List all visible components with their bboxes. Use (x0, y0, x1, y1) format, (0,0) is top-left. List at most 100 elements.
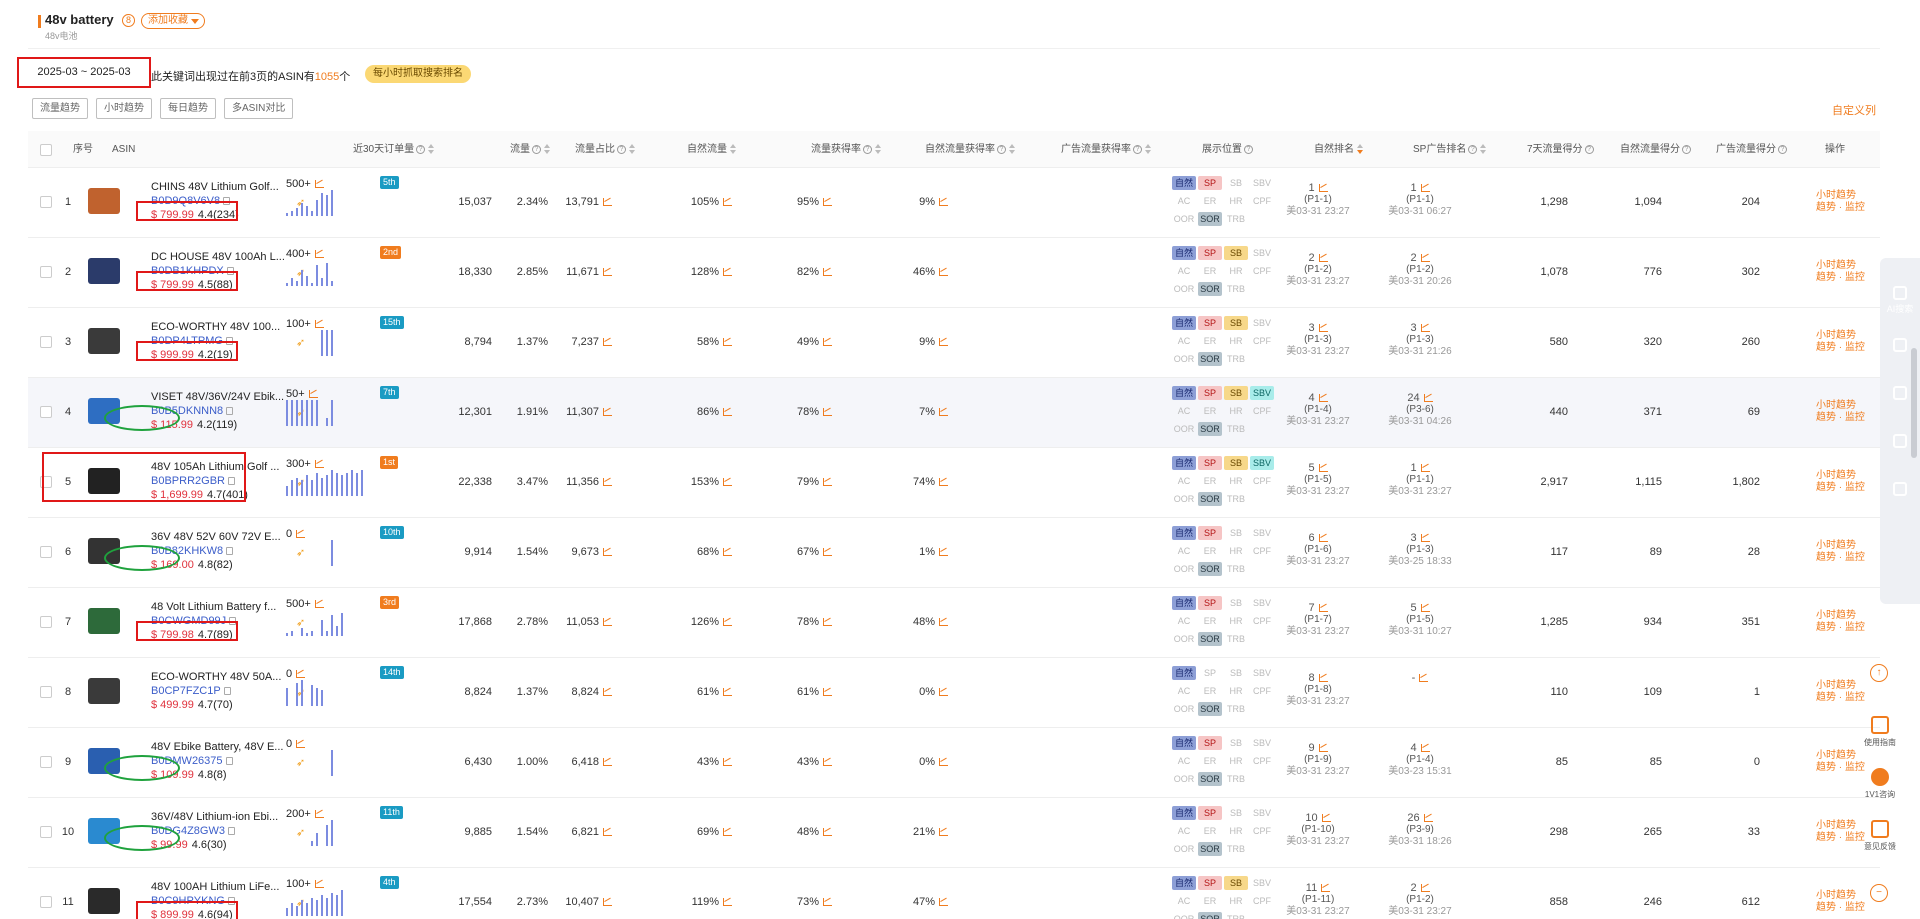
hourly-trend-link[interactable]: 小时趋势 (1816, 470, 1865, 482)
trend-icon[interactable] (723, 478, 732, 487)
col-sales30[interactable]: 近30天订单量? (353, 131, 435, 168)
product-asin[interactable]: B0CP7FZC1P (151, 685, 231, 697)
trend-icon[interactable] (723, 898, 732, 907)
trend-icon[interactable] (296, 670, 306, 679)
trend-icon[interactable] (1420, 884, 1430, 893)
organic-rank[interactable]: 7 (P1-7) 美03-31 23:27 (1278, 602, 1358, 638)
row-checkbox[interactable] (40, 196, 52, 208)
product-name[interactable]: 48V 100AH Lithium LiFe... (151, 881, 279, 893)
trend-icon[interactable] (723, 268, 732, 277)
trend-icon[interactable] (723, 338, 732, 347)
product-name[interactable]: 36V/48V Lithium-ion Ebi... (151, 811, 278, 823)
hourly-trend-link[interactable]: 小时趋势 (1816, 820, 1865, 832)
sp-rank[interactable]: 1 (P1-1) 美03-31 23:27 (1380, 462, 1460, 498)
trend-icon[interactable] (1423, 394, 1433, 403)
sp-rank[interactable]: - (1380, 672, 1460, 684)
trend-icon[interactable] (823, 618, 832, 627)
trend-icon[interactable] (823, 478, 832, 487)
side-ai-search[interactable]: AI搜索 (1880, 286, 1920, 315)
trend-icon[interactable] (296, 740, 306, 749)
trend-icon[interactable] (823, 828, 832, 837)
monitor-link[interactable]: 趋势 · 监控 (1816, 412, 1865, 424)
trend-icon[interactable] (603, 408, 612, 417)
trend-icon[interactable] (939, 268, 948, 277)
product-thumbnail[interactable] (88, 258, 120, 284)
sp-rank[interactable]: 3 (P1-3) 美03-25 18:33 (1380, 532, 1460, 568)
trend-icon[interactable] (603, 688, 612, 697)
trend-icon[interactable] (1318, 674, 1328, 683)
product-name[interactable]: DC HOUSE 48V 100Ah L... (151, 251, 285, 263)
hourly-trend-link[interactable]: 小时趋势 (1816, 400, 1865, 412)
trend-icon[interactable] (723, 408, 732, 417)
organic-rank[interactable]: 4 (P1-4) 美03-31 23:27 (1278, 392, 1358, 428)
monitor-link[interactable]: 趋势 · 监控 (1816, 272, 1865, 284)
monitor-link[interactable]: 趋势 · 监控 (1816, 202, 1865, 214)
trend-icon[interactable] (1420, 744, 1430, 753)
hourly-trend-link[interactable]: 小时趋势 (1816, 750, 1865, 762)
monitor-link[interactable]: 趋势 · 监控 (1816, 692, 1865, 704)
trend-icon[interactable] (603, 828, 612, 837)
copy-icon[interactable] (225, 757, 233, 766)
monitor-link[interactable]: 趋势 · 监控 (1816, 762, 1865, 774)
col-organic[interactable]: 自然流量 (687, 131, 736, 168)
col-ad-capture[interactable]: 广告流量获得率? (1061, 131, 1151, 168)
organic-rank[interactable]: 10 (P1-10) 美03-31 23:27 (1278, 812, 1358, 848)
organic-rank[interactable]: 8 (P1-8) 美03-31 23:27 (1278, 672, 1358, 708)
trend-icon[interactable] (308, 390, 318, 399)
trend-icon[interactable] (723, 758, 732, 767)
hourly-trend-link[interactable]: 小时趋势 (1816, 890, 1865, 902)
copy-icon[interactable] (226, 407, 234, 416)
sp-rank[interactable]: 2 (P1-2) 美03-31 20:26 (1380, 252, 1460, 288)
trend-icon[interactable] (603, 618, 612, 627)
row-checkbox[interactable] (40, 896, 52, 908)
product-name[interactable]: 48 Volt Lithium Battery f... (151, 601, 276, 613)
consult-button[interactable]: 1V1咨询 (1862, 768, 1898, 800)
product-name[interactable]: 48V Ebike Battery, 48V E... (151, 741, 283, 753)
row-actions[interactable]: 小时趋势 趋势 · 监控 (1816, 330, 1865, 354)
product-thumbnail[interactable] (88, 608, 120, 634)
trend-icon[interactable] (939, 338, 948, 347)
trend-icon[interactable] (1420, 534, 1430, 543)
product-thumbnail[interactable] (88, 328, 120, 354)
monitor-link[interactable]: 趋势 · 监控 (1816, 342, 1865, 354)
product-name[interactable]: ECO-WORTHY 48V 50A... (151, 671, 281, 683)
trend-icon[interactable] (314, 180, 324, 189)
trend-icon[interactable] (1318, 604, 1328, 613)
table-row[interactable]: 7 48 Volt Lithium Battery f... B0CWGMD99J $… (28, 588, 1880, 658)
trend-icon[interactable] (723, 198, 732, 207)
tab-hourly-trend[interactable]: 小时趋势 (96, 98, 152, 119)
trend-icon[interactable] (603, 758, 612, 767)
table-row[interactable]: 6 36V 48V 52V 60V 72V E... B0B82KHKW8 $ 169… (28, 518, 1880, 588)
row-actions[interactable]: 小时趋势 趋势 · 监控 (1816, 750, 1865, 774)
trend-icon[interactable] (603, 478, 612, 487)
trend-icon[interactable] (314, 880, 324, 889)
organic-rank[interactable]: 1 (P1-1) 美03-31 23:27 (1278, 182, 1358, 218)
col-org-capture[interactable]: 自然流量获得率? (925, 131, 1015, 168)
trend-icon[interactable] (1420, 464, 1430, 473)
trend-icon[interactable] (603, 198, 612, 207)
hourly-trend-link[interactable]: 小时趋势 (1816, 540, 1865, 552)
hourly-trend-link[interactable]: 小时趋势 (1816, 260, 1865, 272)
sp-rank[interactable]: 2 (P1-2) 美03-31 23:27 (1380, 882, 1460, 918)
col-sp-rank[interactable]: SP广告排名? (1413, 131, 1487, 168)
trend-icon[interactable] (723, 618, 732, 627)
trend-icon[interactable] (939, 688, 948, 697)
trend-icon[interactable] (1423, 814, 1433, 823)
tab-multi-asin[interactable]: 多ASIN对比 (224, 98, 294, 119)
trend-icon[interactable] (314, 460, 324, 469)
trend-icon[interactable] (314, 810, 324, 819)
trend-icon[interactable] (939, 478, 948, 487)
trend-icon[interactable] (314, 250, 324, 259)
organic-rank[interactable]: 3 (P1-3) 美03-31 23:27 (1278, 322, 1358, 358)
product-name[interactable]: VISET 48V/36V/24V Ebik... (151, 391, 284, 403)
trend-icon[interactable] (823, 898, 832, 907)
sp-rank[interactable]: 26 (P3-9) 美03-31 18:26 (1380, 812, 1460, 848)
col-traffic[interactable]: 流量? (510, 131, 550, 168)
select-all-checkbox[interactable] (40, 144, 52, 156)
monitor-link[interactable]: 趋势 · 监控 (1816, 482, 1865, 494)
row-actions[interactable]: 小时趋势 趋势 · 监控 (1816, 540, 1865, 564)
trend-icon[interactable] (1420, 184, 1430, 193)
custom-columns-link[interactable]: 自定义列 (1832, 102, 1876, 118)
row-checkbox[interactable] (40, 756, 52, 768)
sp-rank[interactable]: 1 (P1-1) 美03-31 06:27 (1380, 182, 1460, 218)
